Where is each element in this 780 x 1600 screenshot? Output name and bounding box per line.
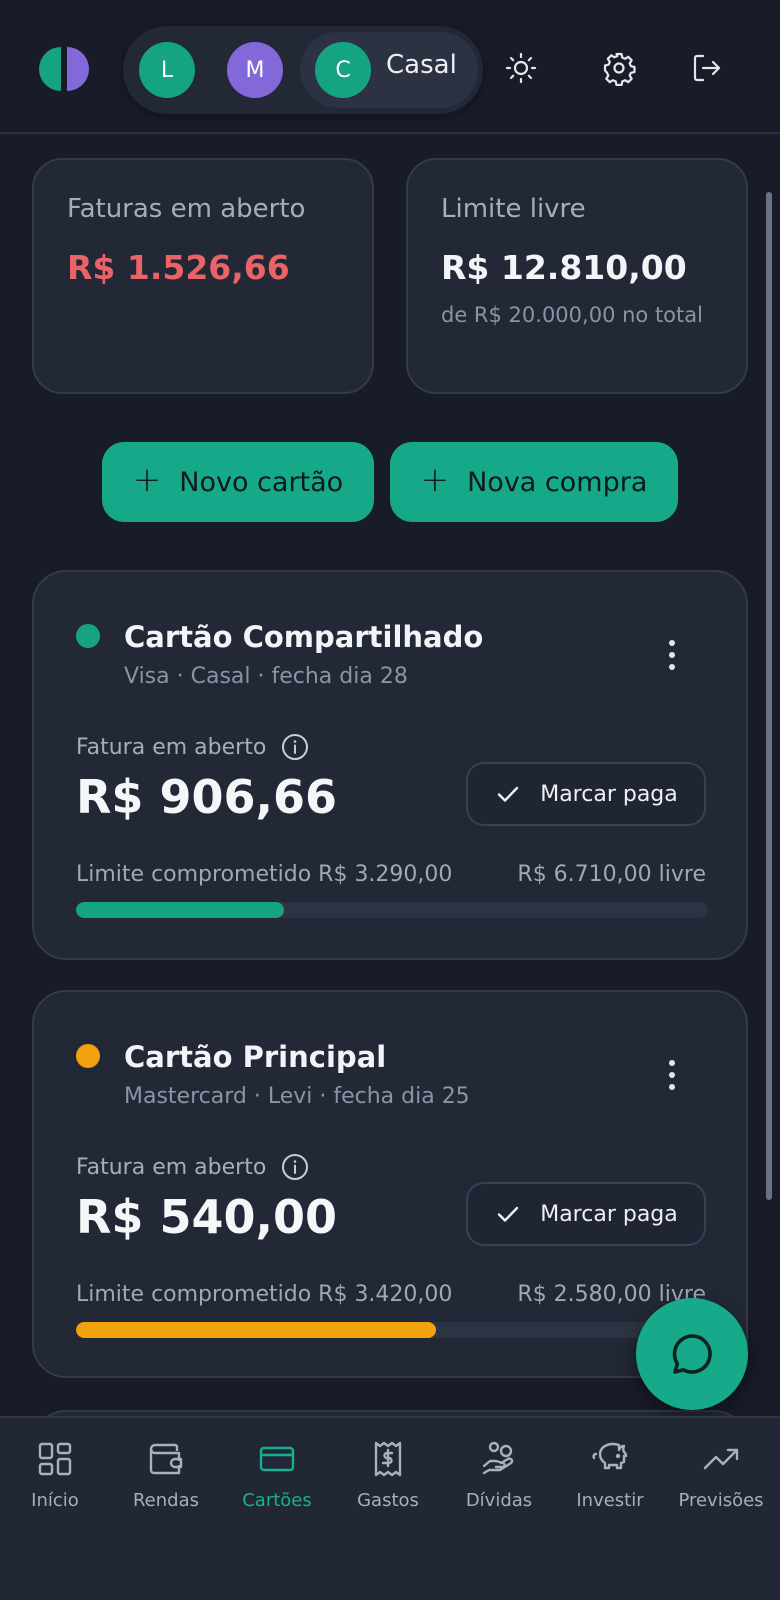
chat-bubble-icon [672, 1334, 712, 1374]
active-profile-label[interactable]: Casal [386, 50, 457, 80]
invoice-label: Fatura em aberto [76, 734, 267, 760]
new-purchase-label: Nova compra [467, 466, 648, 498]
limit-progress-fill [76, 1322, 437, 1338]
card-meta: Visa · Casal · fecha dia 28 [124, 664, 408, 689]
nav-item-gastos[interactable]: Gastos [333, 1440, 443, 1530]
more-options-icon[interactable] [668, 1060, 676, 1090]
limit-row: Limite comprometido R$ 3.290,00 R$ 6.710… [76, 862, 706, 887]
credit-card-item[interactable]: Cartão Compartilhado Visa · Casal · fech… [32, 570, 748, 960]
mark-paid-label: Marcar paga [540, 781, 678, 807]
nav-item-cartoes[interactable]: Cartões [222, 1440, 332, 1530]
nav-label: Rendas [132, 1490, 199, 1511]
limit-progress-bar [76, 902, 708, 918]
check-icon [498, 786, 519, 802]
chat-button[interactable] [636, 1298, 748, 1410]
top-bar: L M C Casal [0, 0, 780, 134]
nav-label: Cartões [242, 1490, 312, 1511]
nav-item-previsoes[interactable]: Previsões [666, 1440, 776, 1530]
open-invoices-title: Faturas em aberto [67, 194, 306, 224]
mark-paid-button[interactable]: Marcar paga [466, 1182, 706, 1246]
limit-row: Limite comprometido R$ 3.420,00 R$ 2.580… [76, 1282, 706, 1307]
app-logo-icon [39, 47, 89, 91]
hand-coins-icon [482, 1441, 514, 1475]
free-limit-value: R$ 12.810,00 [441, 248, 687, 287]
limit-progress-fill [76, 902, 284, 918]
nav-item-rendas[interactable]: Rendas [111, 1440, 221, 1530]
info-icon[interactable] [280, 1152, 310, 1182]
mark-paid-label: Marcar paga [540, 1201, 678, 1227]
scrollbar[interactable] [766, 192, 772, 1200]
nav-item-dividas[interactable]: Dívidas [444, 1440, 554, 1530]
limit-used: Limite comprometido R$ 3.290,00 [76, 862, 453, 887]
open-invoices-card: Faturas em aberto R$ 1.526,66 [32, 158, 374, 394]
mark-paid-button[interactable]: Marcar paga [466, 762, 706, 826]
profile-avatar-l[interactable]: L [139, 42, 195, 98]
card-color-dot [76, 624, 100, 648]
nav-label: Início [31, 1490, 79, 1511]
wallet-icon [149, 1443, 183, 1475]
card-name: Cartão Principal [124, 1040, 387, 1074]
sun-icon[interactable] [503, 50, 539, 86]
invoice-label-row: Fatura em aberto [76, 732, 310, 762]
receipt-icon [374, 1441, 402, 1477]
plus-icon: + [132, 460, 162, 500]
new-card-button[interactable]: + Novo cartão [102, 442, 374, 522]
free-limit-total: de R$ 20.000,00 no total [441, 303, 703, 327]
limit-free: R$ 6.710,00 livre [517, 862, 706, 887]
invoice-label: Fatura em aberto [76, 1154, 267, 1180]
nav-item-investir[interactable]: Investir [555, 1440, 665, 1530]
new-card-label: Novo cartão [179, 466, 344, 498]
invoice-label-row: Fatura em aberto [76, 1152, 310, 1182]
bottom-navigation: Início Rendas Cartões Gastos Dívidas Inv… [0, 1416, 780, 1600]
trending-up-icon [703, 1448, 739, 1470]
free-limit-title: Limite livre [441, 194, 586, 224]
check-icon [498, 1206, 519, 1222]
nav-label: Previsões [678, 1490, 764, 1511]
credit-card-item[interactable]: Cartão Principal Mastercard · Levi · fec… [32, 990, 748, 1378]
profile-avatar-m[interactable]: M [227, 42, 283, 98]
plus-icon: + [420, 460, 450, 500]
limit-used: Limite comprometido R$ 3.420,00 [76, 1282, 453, 1307]
new-purchase-button[interactable]: + Nova compra [390, 442, 678, 522]
invoice-value: R$ 906,66 [76, 770, 337, 824]
nav-label: Dívidas [465, 1490, 533, 1511]
nav-item-inicio[interactable]: Início [0, 1440, 110, 1530]
card-meta: Mastercard · Levi · fecha dia 25 [124, 1084, 470, 1109]
piggy-bank-icon [592, 1442, 628, 1470]
card-name: Cartão Compartilhado [124, 620, 484, 654]
open-invoices-value: R$ 1.526,66 [67, 248, 290, 287]
profile-avatar-c[interactable]: C [315, 42, 371, 98]
nav-label: Gastos [357, 1490, 419, 1511]
limit-progress-bar [76, 1322, 708, 1338]
grid-icon [38, 1442, 72, 1476]
invoice-value: R$ 540,00 [76, 1190, 337, 1244]
free-limit-card: Limite livre R$ 12.810,00 de R$ 20.000,0… [406, 158, 748, 394]
logout-icon[interactable] [689, 50, 725, 86]
more-options-icon[interactable] [668, 640, 676, 670]
nav-label: Investir [576, 1490, 644, 1511]
gear-icon[interactable] [601, 50, 637, 87]
credit-card-icon [259, 1446, 295, 1472]
info-icon[interactable] [280, 732, 310, 762]
card-color-dot [76, 1044, 100, 1068]
